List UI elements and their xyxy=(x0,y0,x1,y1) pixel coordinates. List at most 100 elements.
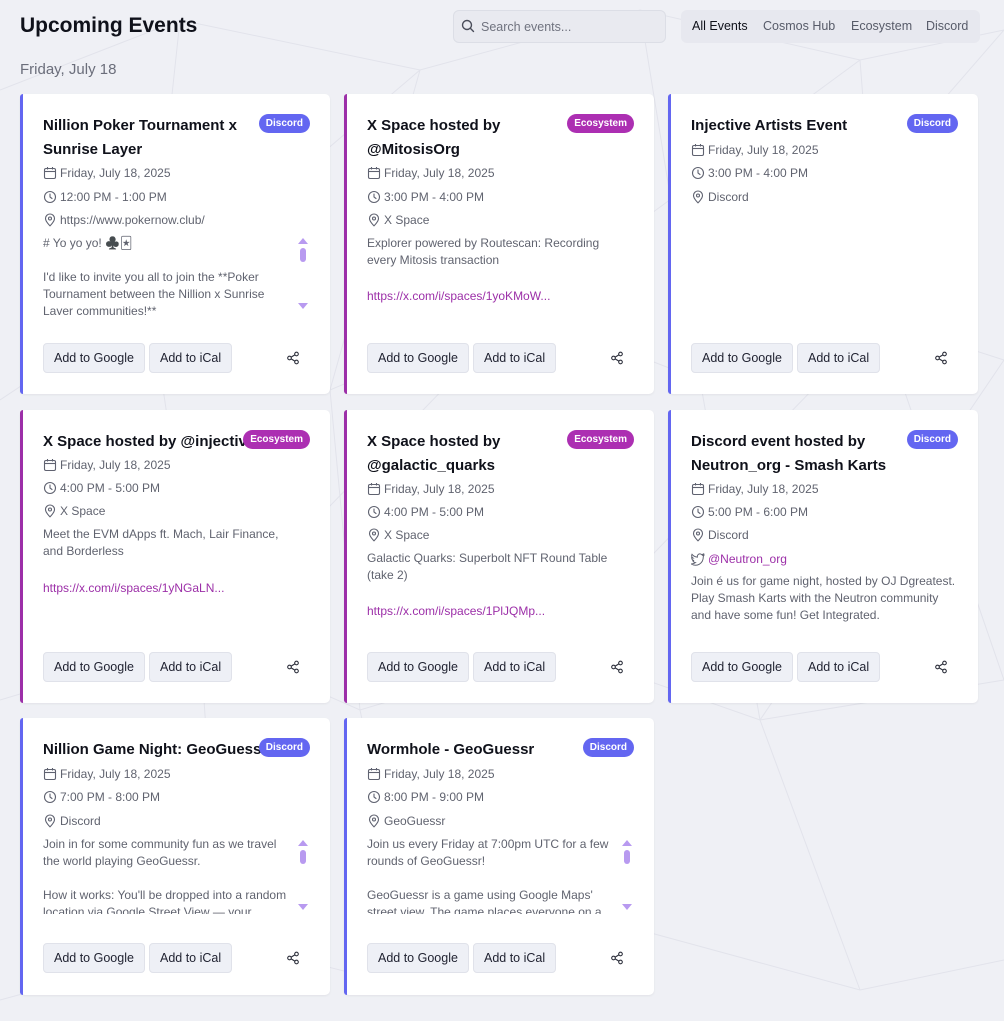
event-link[interactable]: https://x.com/i/spaces/1yoKMoW... xyxy=(367,289,550,303)
add-to-google-button[interactable]: Add to Google xyxy=(691,343,793,373)
search-icon xyxy=(461,19,475,33)
add-to-google-button[interactable]: Add to Google xyxy=(367,343,469,373)
add-to-ical-button[interactable]: Add to iCal xyxy=(149,943,233,973)
calendar-icon xyxy=(367,483,381,496)
tab-cosmos-hub[interactable]: Cosmos Hub xyxy=(763,19,835,33)
scroll-up-arrow-icon[interactable] xyxy=(298,238,308,244)
event-description: Meet the EVM dApps ft. Mach, Lair Financ… xyxy=(43,527,279,558)
event-title: X Space hosted by @galactic_quarks xyxy=(367,433,501,474)
share-icon[interactable] xyxy=(934,351,948,365)
clock-icon xyxy=(43,190,57,204)
header: Upcoming Events Search events... All Eve… xyxy=(20,10,984,44)
scroll-down-arrow-icon[interactable] xyxy=(298,904,308,910)
share-icon[interactable] xyxy=(610,660,624,674)
scroll-down-arrow-icon[interactable] xyxy=(298,303,308,309)
event-title: Discord event hosted by Neutron_org - Sm… xyxy=(691,433,887,474)
scroll-up-arrow-icon[interactable] xyxy=(298,840,308,846)
event-title: Wormhole - GeoGuessr xyxy=(367,741,535,758)
location-pin-icon xyxy=(44,504,56,518)
event-description: Explorer powered by Routescan: Recording… xyxy=(367,236,600,267)
add-to-ical-button[interactable]: Add to iCal xyxy=(797,343,881,373)
event-title: X Space hosted by @injective xyxy=(43,433,256,450)
location-pin-icon xyxy=(368,814,380,828)
search-placeholder: Search events... xyxy=(481,20,572,34)
location-pin-icon xyxy=(692,190,704,204)
share-icon[interactable] xyxy=(286,660,300,674)
share-icon[interactable] xyxy=(610,951,624,965)
clock-icon xyxy=(43,790,57,804)
add-to-ical-button[interactable]: Add to iCal xyxy=(473,943,557,973)
location-pin-icon xyxy=(44,213,56,227)
event-link[interactable]: https://x.com/i/spaces/1PlJQMp... xyxy=(367,604,545,618)
clock-icon xyxy=(43,481,57,495)
event-card: Discord event hosted by Neutron_org - Sm… xyxy=(668,410,978,703)
calendar-icon xyxy=(43,167,57,180)
scrollbar-thumb[interactable] xyxy=(300,248,306,262)
event-card: Injective Artists Event Discord Friday, … xyxy=(668,94,978,394)
calendar-icon xyxy=(691,144,705,157)
clock-icon xyxy=(691,505,705,519)
calendar-icon xyxy=(43,768,57,781)
location-pin-icon xyxy=(44,814,56,828)
add-to-ical-button[interactable]: Add to iCal xyxy=(149,652,233,682)
event-description[interactable]: Join us every Friday at 7:00pm UTC for a… xyxy=(367,836,617,914)
tab-discord[interactable]: Discord xyxy=(926,19,968,33)
event-title: Injective Artists Event xyxy=(691,117,848,134)
event-card: Wormhole - GeoGuessr Discord Friday, Jul… xyxy=(344,718,654,995)
event-description: Galactic Quarks: Superbolt NFT Round Tab… xyxy=(367,551,608,582)
category-badge: Discord xyxy=(258,738,310,757)
add-to-google-button[interactable]: Add to Google xyxy=(367,943,469,973)
scroll-down-arrow-icon[interactable] xyxy=(622,904,632,910)
category-badge: Ecosystem xyxy=(567,430,634,449)
calendar-icon xyxy=(367,768,381,781)
add-to-google-button[interactable]: Add to Google xyxy=(43,343,145,373)
category-badge: Discord xyxy=(258,114,310,133)
event-card: X Space hosted by @injective Ecosystem F… xyxy=(20,410,330,703)
add-to-google-button[interactable]: Add to Google xyxy=(367,652,469,682)
event-title: Nillion Game Night: GeoGuessr xyxy=(43,741,268,758)
add-to-google-button[interactable]: Add to Google xyxy=(691,652,793,682)
twitter-icon xyxy=(691,553,705,566)
scrollbar-thumb[interactable] xyxy=(300,850,306,864)
scrollbar-thumb[interactable] xyxy=(624,850,630,864)
category-badge: Ecosystem xyxy=(567,114,634,133)
event-link[interactable]: https://x.com/i/spaces/1yNGaLN... xyxy=(43,581,224,595)
event-description[interactable]: Join in for some community fun as we tra… xyxy=(43,836,293,914)
category-badge: Discord xyxy=(906,430,958,449)
add-to-ical-button[interactable]: Add to iCal xyxy=(149,343,233,373)
event-description[interactable]: # Yo yo yo! ♣️🃏 I'd like to invite you a… xyxy=(43,235,293,315)
add-to-ical-button[interactable]: Add to iCal xyxy=(473,652,557,682)
date-heading: Friday, July 18 xyxy=(20,61,117,78)
event-card: X Space hosted by @MitosisOrg Ecosystem … xyxy=(344,94,654,394)
add-to-google-button[interactable]: Add to Google xyxy=(43,943,145,973)
clock-icon xyxy=(367,505,381,519)
share-icon[interactable] xyxy=(286,951,300,965)
search-input[interactable]: Search events... xyxy=(453,10,666,43)
clock-icon xyxy=(691,166,705,180)
location-pin-icon xyxy=(368,213,380,227)
tab-all-events[interactable]: All Events xyxy=(692,19,748,33)
clock-icon xyxy=(367,790,381,804)
location-pin-icon xyxy=(692,528,704,542)
scroll-up-arrow-icon[interactable] xyxy=(622,840,632,846)
share-icon[interactable] xyxy=(286,351,300,365)
event-card: X Space hosted by @galactic_quarks Ecosy… xyxy=(344,410,654,703)
event-title: Nillion Poker Tournament x Sunrise Layer xyxy=(43,117,237,158)
tab-ecosystem[interactable]: Ecosystem xyxy=(851,19,912,33)
filter-tabs: All Events Cosmos Hub Ecosystem Discord xyxy=(681,10,980,43)
share-icon[interactable] xyxy=(934,660,948,674)
add-to-ical-button[interactable]: Add to iCal xyxy=(797,652,881,682)
location-pin-icon xyxy=(368,528,380,542)
event-description: Join é us for game night, hosted by OJ D… xyxy=(691,574,956,622)
add-to-google-button[interactable]: Add to Google xyxy=(43,652,145,682)
calendar-icon xyxy=(691,483,705,496)
event-title: X Space hosted by @MitosisOrg xyxy=(367,117,501,158)
category-badge: Discord xyxy=(582,738,634,757)
add-to-ical-button[interactable]: Add to iCal xyxy=(473,343,557,373)
clock-icon xyxy=(367,190,381,204)
event-card: Nillion Game Night: GeoGuessr Discord Fr… xyxy=(20,718,330,995)
share-icon[interactable] xyxy=(610,351,624,365)
page-title: Upcoming Events xyxy=(20,14,198,37)
calendar-icon xyxy=(367,167,381,180)
calendar-icon xyxy=(43,459,57,472)
